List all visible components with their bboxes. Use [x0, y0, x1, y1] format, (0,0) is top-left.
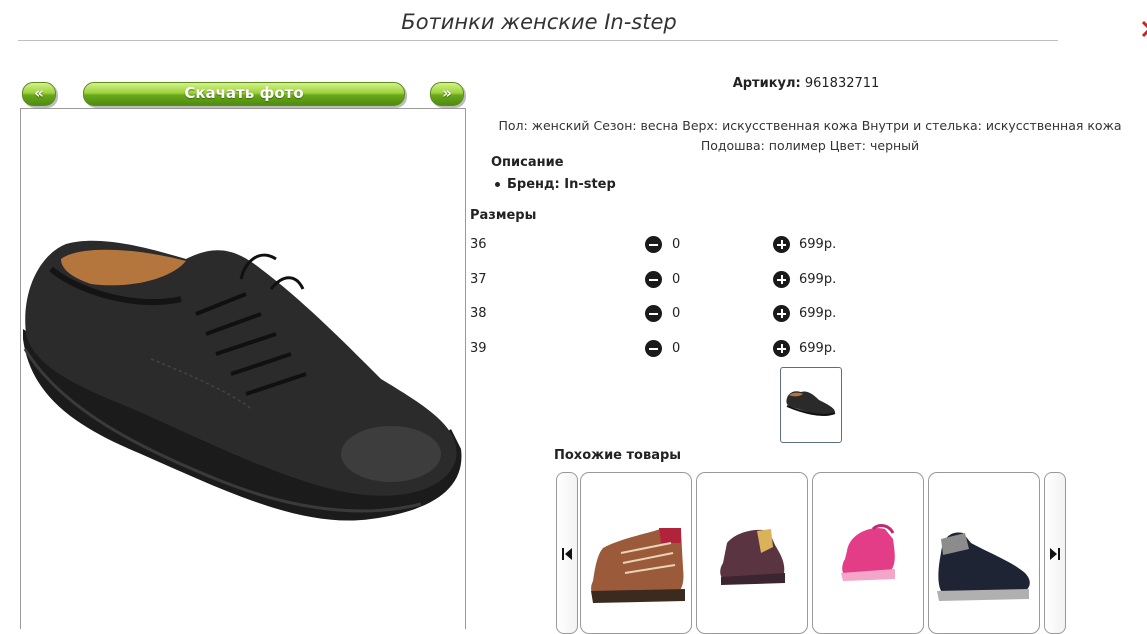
similar-item-purple-kids-boot[interactable]: [696, 472, 808, 634]
carousel-prev-button[interactable]: [556, 472, 578, 634]
title-divider: [18, 40, 1058, 41]
product-description: Пол: женский Сезон: весна Верх: искусств…: [498, 118, 1122, 153]
black-shoe-image: [23, 240, 462, 521]
size-price: 699р.: [799, 306, 837, 321]
skip-forward-icon: [1050, 548, 1060, 560]
product-photo: [20, 108, 466, 629]
description-heading: Описание: [491, 155, 564, 170]
brand-text: Бренд: In-step: [507, 177, 616, 192]
plus-circle-icon[interactable]: [773, 271, 790, 288]
minus-circle-icon[interactable]: [645, 271, 662, 288]
article-label: Артикул:: [732, 76, 801, 91]
size-value: 38: [470, 306, 487, 321]
size-row-39: 39 0 699р.: [470, 339, 890, 359]
brown-hiking-boot-image: [591, 528, 685, 603]
size-row-38: 38 0 699р.: [470, 304, 890, 324]
prev-photo-button[interactable]: «: [22, 82, 56, 106]
shoe-thumbnail-image: [786, 391, 836, 416]
sizes-heading: Размеры: [470, 208, 537, 223]
size-price: 699р.: [799, 341, 837, 356]
article-value: 961832711: [804, 76, 880, 91]
similar-item-pink-sneaker-boot[interactable]: [812, 472, 924, 634]
carousel-next-button[interactable]: [1044, 472, 1066, 634]
plus-circle-icon[interactable]: [773, 236, 790, 253]
size-quantity: 0: [672, 341, 681, 356]
size-quantity: 0: [672, 272, 681, 287]
size-row-36: 36 0 699р.: [470, 235, 890, 255]
size-value: 39: [470, 341, 487, 356]
minus-circle-icon[interactable]: [645, 305, 662, 322]
similar-item-brown-hiking-boot[interactable]: [580, 472, 692, 634]
pink-sneaker-boot-image: [841, 524, 895, 581]
size-value: 37: [470, 272, 487, 287]
size-value: 36: [470, 237, 487, 252]
size-price: 699р.: [799, 237, 837, 252]
size-row-37: 37 0 699р.: [470, 270, 890, 290]
download-photo-button[interactable]: Скачать фото: [83, 82, 405, 106]
skip-back-icon: [562, 548, 572, 560]
plus-circle-icon[interactable]: [773, 305, 790, 322]
size-price: 699р.: [799, 272, 837, 287]
purple-kids-boot-image: [720, 529, 785, 585]
page-title: Ботинки женские In-step: [401, 10, 677, 34]
size-quantity: 0: [672, 306, 681, 321]
bullet-icon: [495, 182, 500, 187]
article-line: Артикул: 961832711: [466, 76, 1146, 91]
similar-item-black-winter-boot[interactable]: [928, 472, 1040, 634]
photo-thumbnail[interactable]: [780, 367, 842, 443]
plus-circle-icon[interactable]: [773, 340, 790, 357]
close-icon[interactable]: [1141, 20, 1147, 38]
next-photo-button[interactable]: »: [430, 82, 464, 106]
black-winter-boot-image: [937, 532, 1030, 601]
brand-list-item: Бренд: In-step: [495, 177, 616, 192]
size-quantity: 0: [672, 237, 681, 252]
similar-products-heading: Похожие товары: [554, 448, 682, 463]
minus-circle-icon[interactable]: [645, 340, 662, 357]
minus-circle-icon[interactable]: [645, 236, 662, 253]
